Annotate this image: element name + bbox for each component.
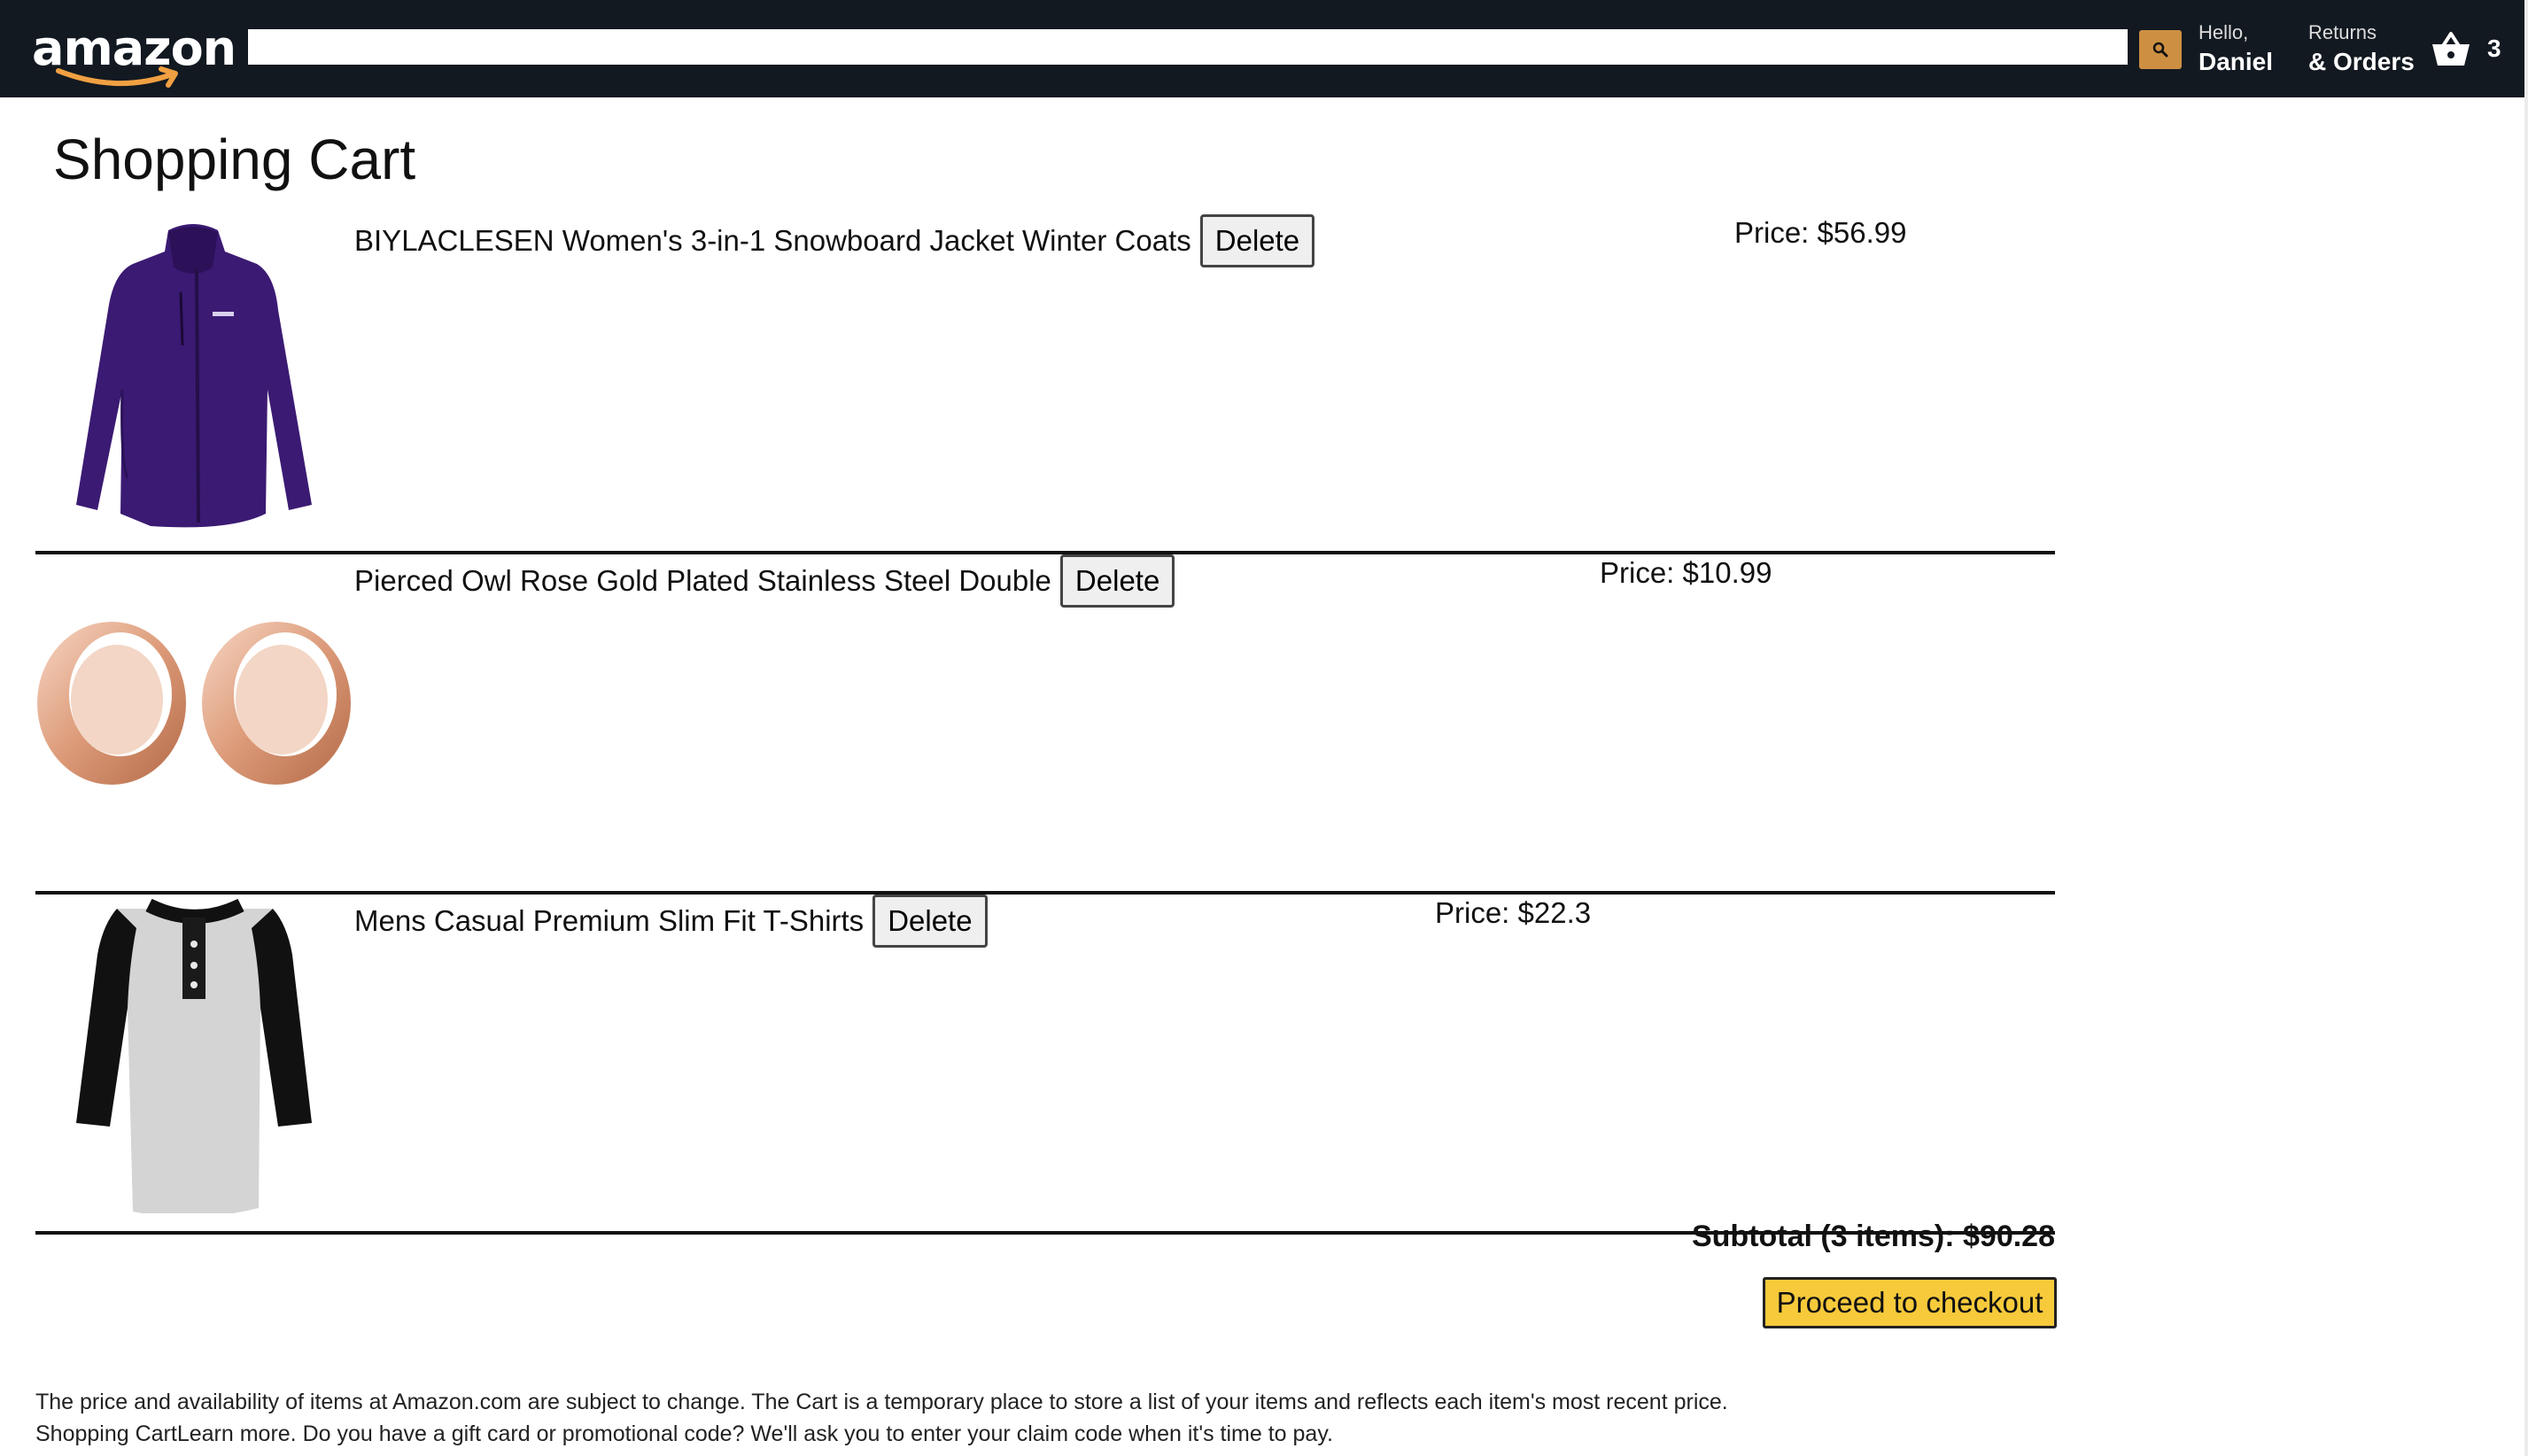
item-price: Price: $56.99 — [1734, 216, 1907, 249]
product-image-jacket[interactable] — [35, 213, 354, 533]
item-title[interactable]: Mens Casual Premium Slim Fit T-Shirts — [354, 904, 864, 938]
orders-label: & Orders — [2308, 48, 2415, 75]
search-button[interactable] — [2139, 30, 2182, 69]
cart-link[interactable]: 3 — [2431, 18, 2519, 80]
account-menu[interactable]: Hello, Daniel — [2198, 19, 2273, 78]
item-title[interactable]: Pierced Owl Rose Gold Plated Stainless S… — [354, 564, 1051, 598]
returns-orders-link[interactable]: Returns & Orders — [2308, 19, 2415, 78]
account-name: Daniel — [2198, 48, 2274, 75]
item-price: Price: $10.99 — [1600, 556, 1772, 589]
cart-disclaimer: The price and availability of items at A… — [35, 1390, 1728, 1446]
cart-item: Mens Casual Premium Slim Fit T-Shirts De… — [35, 893, 2055, 1235]
account-greeting: Hello, — [2198, 21, 2249, 43]
basket-icon — [2432, 32, 2470, 66]
returns-label: Returns — [2308, 21, 2377, 43]
cart-item: BIYLACLESEN Women's 3-in-1 Snowboard Jac… — [35, 213, 2055, 554]
logo-smile-icon — [56, 66, 178, 88]
item-price: Price: $22.3 — [1435, 896, 1592, 929]
page-scrollbar[interactable] — [2524, 0, 2528, 1456]
item-title-row: Mens Casual Premium Slim Fit T-Shirts De… — [354, 893, 988, 949]
search-icon — [2152, 42, 2168, 58]
cart-item: Pierced Owl Rose Gold Plated Stainless S… — [35, 553, 2055, 895]
top-nav-bar: amazon Hello, Daniel Returns & Orders 3 — [0, 0, 2528, 97]
proceed-to-checkout-button[interactable]: Proceed to checkout — [1763, 1277, 2057, 1328]
page-title: Shopping Cart — [53, 128, 416, 191]
subtotal: Subtotal (3 items): $90.28 — [1691, 1220, 2055, 1253]
product-image-tunnels[interactable] — [35, 553, 354, 873]
amazon-logo[interactable]: amazon — [32, 19, 237, 90]
search-input[interactable] — [248, 29, 2128, 65]
delete-button[interactable]: Delete — [1059, 554, 1175, 608]
delete-button[interactable]: Delete — [872, 895, 988, 948]
delete-button[interactable]: Delete — [1199, 214, 1315, 267]
product-image-shirt[interactable] — [35, 893, 354, 1213]
item-title-row: BIYLACLESEN Women's 3-in-1 Snowboard Jac… — [354, 213, 1315, 269]
item-title-row: Pierced Owl Rose Gold Plated Stainless S… — [354, 553, 1175, 609]
cart-count: 3 — [2487, 35, 2501, 62]
item-title[interactable]: BIYLACLESEN Women's 3-in-1 Snowboard Jac… — [354, 224, 1191, 258]
